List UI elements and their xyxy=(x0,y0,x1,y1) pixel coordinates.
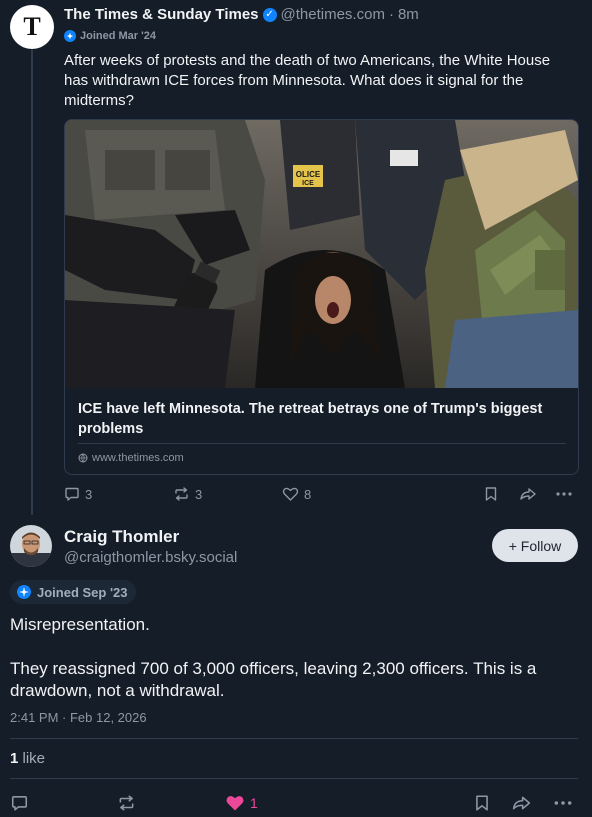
header-separator: · xyxy=(388,6,394,23)
like-button[interactable]: 8 xyxy=(282,486,311,502)
reply-share-button[interactable] xyxy=(511,794,532,817)
reply-bookmark-button[interactable] xyxy=(474,794,490,817)
post-header: The Times & Sunday Times ✓ @thetimes.com… xyxy=(64,6,419,23)
reply-text: Misrepresentation. They reassigned 700 o… xyxy=(10,614,580,702)
post-time[interactable]: 8m xyxy=(398,6,419,23)
reply-icon xyxy=(11,796,28,811)
divider-top xyxy=(10,738,578,739)
reply-repost-button[interactable] xyxy=(117,794,136,817)
reply-text-line1: Misrepresentation. xyxy=(10,615,150,634)
repost-count: 3 xyxy=(195,486,203,502)
reply-count: 3 xyxy=(85,486,93,502)
verified-badge-icon: ✓ xyxy=(262,7,277,22)
link-card[interactable]: OLICE ICE ICE have left Minnesota. The r… xyxy=(64,119,579,475)
repost-button[interactable]: 3 xyxy=(173,486,202,502)
reply-button[interactable]: 3 xyxy=(64,486,92,502)
heart-filled-icon xyxy=(226,796,244,811)
new-account-icon xyxy=(17,585,31,599)
divider-bottom xyxy=(10,778,578,779)
bookmark-button[interactable] xyxy=(484,486,498,507)
ellipsis-icon xyxy=(556,492,572,496)
like-count: 8 xyxy=(304,486,312,502)
reply-timestamp[interactable]: 2:41 PM · Feb 12, 2026 xyxy=(10,710,147,725)
link-card-image: OLICE ICE xyxy=(65,120,578,388)
reply-joined-text: Joined Sep '23 xyxy=(37,584,128,600)
avatar-letter: T xyxy=(23,12,41,41)
joined-text: Joined Mar '24 xyxy=(80,30,156,42)
reply-like-count: 1 xyxy=(250,795,258,811)
author-avatar[interactable]: T xyxy=(10,5,54,49)
svg-text:ICE: ICE xyxy=(302,180,314,187)
repost-icon xyxy=(119,795,134,811)
share-button[interactable] xyxy=(519,486,537,507)
author-name[interactable]: The Times & Sunday Times xyxy=(64,6,259,23)
globe-icon xyxy=(78,453,88,463)
reply-more-options-button[interactable] xyxy=(553,794,573,817)
heart-icon xyxy=(282,487,299,501)
thread-line xyxy=(31,50,33,515)
bookmark-icon xyxy=(476,795,488,811)
ellipsis-icon xyxy=(554,801,572,805)
link-card-domain: www.thetimes.com xyxy=(92,452,184,464)
link-card-title[interactable]: ICE have left Minnesota. The retreat bet… xyxy=(78,399,568,439)
post-text: After weeks of protests and the death of… xyxy=(64,52,551,109)
likes-summary-label: like xyxy=(22,750,46,767)
link-card-divider xyxy=(78,443,566,444)
reply-author-name[interactable]: Craig Thomler xyxy=(64,527,179,547)
likes-summary[interactable]: 1 like xyxy=(10,750,45,767)
author-handle[interactable]: @thetimes.com xyxy=(281,6,385,23)
reply-icon xyxy=(65,487,79,501)
reply-avatar-photo xyxy=(10,525,52,567)
reply-author-avatar[interactable] xyxy=(10,525,52,567)
joined-badge: ✦ Joined Mar '24 xyxy=(64,30,156,42)
reply-joined-badge: Joined Sep '23 xyxy=(10,580,136,604)
more-options-button[interactable] xyxy=(555,486,573,507)
svg-text:OLICE: OLICE xyxy=(296,170,321,179)
follow-button[interactable]: + Follow xyxy=(492,529,578,562)
share-arrow-icon xyxy=(520,488,536,500)
likes-summary-count: 1 xyxy=(10,750,19,767)
reply-text-line2: They reassigned 700 of 3,000 officers, l… xyxy=(10,659,537,700)
reply-author-handle[interactable]: @craigthomler.bsky.social xyxy=(64,549,237,566)
reply-like-button[interactable]: 1 xyxy=(225,794,258,812)
new-account-icon: ✦ xyxy=(64,30,76,42)
link-card-domain-row: www.thetimes.com xyxy=(78,452,184,464)
repost-icon xyxy=(175,487,188,501)
bookmark-icon xyxy=(485,487,497,501)
share-arrow-icon xyxy=(512,796,531,810)
reply-reply-button[interactable] xyxy=(10,794,29,817)
